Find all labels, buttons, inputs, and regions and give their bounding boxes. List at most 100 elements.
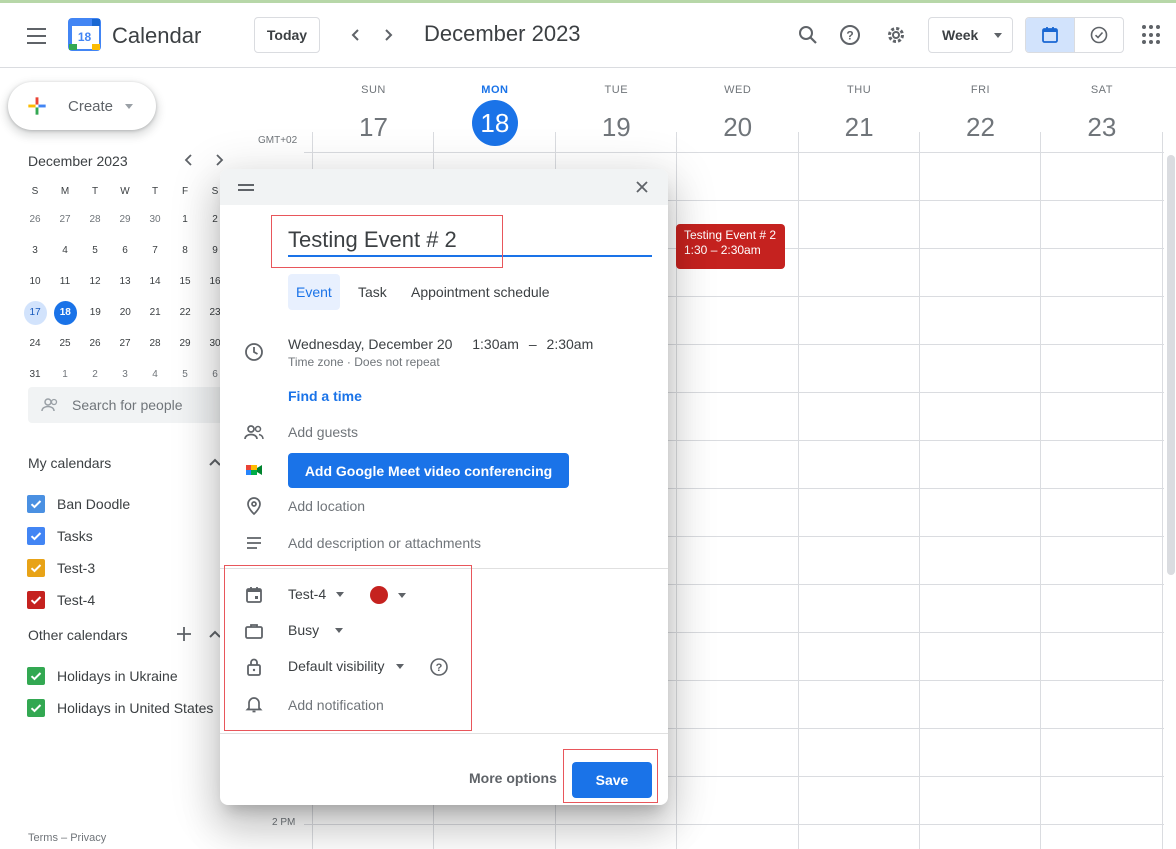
other-calendars-title[interactable]: Other calendars bbox=[28, 627, 128, 643]
day-header[interactable]: SAT 23 bbox=[1041, 84, 1162, 150]
tab-appointment-schedule[interactable]: Appointment schedule bbox=[403, 274, 558, 310]
mini-day[interactable]: 29 bbox=[170, 332, 200, 356]
my-calendars-title[interactable]: My calendars bbox=[28, 455, 111, 471]
calendar-list-item[interactable]: Tasks bbox=[27, 520, 130, 552]
tasks-view-icon[interactable] bbox=[1075, 18, 1124, 52]
day-number[interactable]: 19 bbox=[593, 104, 639, 150]
scrollbar[interactable] bbox=[1167, 155, 1175, 575]
day-number[interactable]: 18 bbox=[471, 100, 518, 146]
privacy-link[interactable]: Privacy bbox=[70, 832, 106, 844]
checkbox-checked-icon[interactable] bbox=[27, 527, 45, 545]
day-header[interactable]: FRI 22 bbox=[920, 84, 1041, 150]
mini-day[interactable]: 20 bbox=[110, 301, 140, 325]
calendar-list-item[interactable]: Test-3 bbox=[27, 552, 130, 584]
day-header[interactable]: MON 18 bbox=[434, 84, 555, 146]
mini-day[interactable]: 2 bbox=[80, 363, 110, 387]
calendar-list-item[interactable]: Holidays in Ukraine bbox=[27, 660, 213, 692]
day-header[interactable]: THU 21 bbox=[799, 84, 920, 150]
day-number[interactable]: 23 bbox=[1079, 104, 1125, 150]
mini-day[interactable]: 10 bbox=[20, 270, 50, 294]
event-datetime[interactable]: Wednesday, December 20 1:30am – 2:30am bbox=[288, 336, 593, 352]
timezone-link[interactable]: Time zone bbox=[288, 355, 344, 369]
checkbox-checked-icon[interactable] bbox=[27, 591, 45, 609]
mini-day[interactable]: 1 bbox=[50, 363, 80, 387]
drag-handle-icon[interactable] bbox=[238, 184, 254, 194]
today-button[interactable]: Today bbox=[254, 17, 320, 53]
mini-day[interactable]: 1 bbox=[170, 208, 200, 232]
mini-day[interactable]: 26 bbox=[20, 208, 50, 232]
add-icon[interactable] bbox=[175, 625, 193, 648]
mini-day[interactable]: 8 bbox=[170, 239, 200, 263]
event-start-time[interactable]: 1:30am bbox=[472, 336, 519, 352]
mini-day[interactable]: 24 bbox=[20, 332, 50, 356]
checkbox-checked-icon[interactable] bbox=[27, 495, 45, 513]
tab-event[interactable]: Event bbox=[288, 274, 340, 310]
mini-day[interactable]: 17 bbox=[23, 300, 47, 325]
checkbox-checked-icon[interactable] bbox=[27, 699, 45, 717]
repeat-setting[interactable]: Does not repeat bbox=[354, 355, 439, 369]
mini-day[interactable]: 3 bbox=[20, 239, 50, 263]
mini-day[interactable]: 22 bbox=[170, 301, 200, 325]
help-icon[interactable]: ? bbox=[836, 21, 864, 49]
view-select[interactable]: Week bbox=[928, 17, 1013, 53]
mini-day[interactable]: 12 bbox=[80, 270, 110, 294]
mini-day[interactable]: 3 bbox=[110, 363, 140, 387]
terms-link[interactable]: Terms bbox=[28, 832, 58, 844]
event-end-time[interactable]: 2:30am bbox=[547, 336, 594, 352]
day-number[interactable]: 17 bbox=[351, 104, 397, 150]
day-header[interactable]: TUE 19 bbox=[556, 84, 677, 150]
mini-day[interactable]: 5 bbox=[80, 239, 110, 263]
calendar-list-item[interactable]: Ban Doodle bbox=[27, 488, 130, 520]
event-date[interactable]: Wednesday, December 20 bbox=[288, 336, 452, 352]
add-description-field[interactable]: Add description or attachments bbox=[288, 535, 481, 551]
mini-day[interactable]: 5 bbox=[170, 363, 200, 387]
add-guests-field[interactable]: Add guests bbox=[288, 424, 358, 440]
day-header[interactable]: SUN 17 bbox=[313, 84, 434, 150]
search-icon[interactable] bbox=[794, 21, 822, 49]
dialog-drag-bar[interactable] bbox=[220, 169, 668, 205]
menu-icon[interactable] bbox=[22, 23, 50, 47]
settings-icon[interactable] bbox=[882, 21, 910, 49]
mini-day[interactable]: 31 bbox=[20, 363, 50, 387]
add-location-field[interactable]: Add location bbox=[288, 498, 365, 514]
mini-day[interactable]: 13 bbox=[110, 270, 140, 294]
mini-day[interactable]: 28 bbox=[140, 332, 170, 356]
calendar-list-item[interactable]: Test-4 bbox=[27, 584, 130, 616]
mini-day[interactable]: 25 bbox=[50, 332, 80, 356]
mini-day[interactable]: 27 bbox=[110, 332, 140, 356]
mini-day[interactable]: 11 bbox=[50, 270, 80, 294]
mini-day[interactable]: 18 bbox=[53, 300, 77, 325]
day-header[interactable]: WED 20 bbox=[677, 84, 798, 150]
chevron-left-icon[interactable] bbox=[344, 23, 368, 47]
chevron-right-icon[interactable] bbox=[212, 153, 226, 170]
calendar-view-icon[interactable] bbox=[1026, 18, 1075, 52]
checkbox-checked-icon[interactable] bbox=[27, 667, 45, 685]
mini-day[interactable]: 21 bbox=[140, 301, 170, 325]
mini-day[interactable]: 7 bbox=[140, 239, 170, 263]
calendar-list-item[interactable]: Holidays in United States bbox=[27, 692, 213, 724]
add-meet-button[interactable]: Add Google Meet video conferencing bbox=[288, 453, 569, 488]
event-chip[interactable]: Testing Event # 2 1:30 – 2:30am bbox=[676, 224, 785, 269]
tab-task[interactable]: Task bbox=[350, 274, 395, 310]
apps-icon[interactable] bbox=[1142, 25, 1162, 45]
search-people-input[interactable]: Search for people bbox=[28, 387, 228, 423]
mini-day[interactable]: 19 bbox=[80, 301, 110, 325]
mini-day[interactable]: 6 bbox=[110, 239, 140, 263]
mini-day[interactable]: 4 bbox=[50, 239, 80, 263]
mini-day[interactable]: 14 bbox=[140, 270, 170, 294]
create-button[interactable]: Create bbox=[8, 82, 156, 130]
chevron-right-icon[interactable] bbox=[376, 23, 400, 47]
find-time-link[interactable]: Find a time bbox=[288, 388, 362, 404]
mini-day[interactable]: 27 bbox=[50, 208, 80, 232]
day-number[interactable]: 22 bbox=[958, 104, 1004, 150]
chevron-left-icon[interactable] bbox=[182, 153, 196, 170]
close-icon[interactable] bbox=[632, 177, 652, 197]
mini-day[interactable]: 4 bbox=[140, 363, 170, 387]
mini-day[interactable]: 28 bbox=[80, 208, 110, 232]
day-number[interactable]: 20 bbox=[715, 104, 761, 150]
mini-day[interactable]: 29 bbox=[110, 208, 140, 232]
mini-day[interactable]: 30 bbox=[140, 208, 170, 232]
day-number[interactable]: 21 bbox=[836, 104, 882, 150]
checkbox-checked-icon[interactable] bbox=[27, 559, 45, 577]
more-options-button[interactable]: More options bbox=[469, 770, 557, 786]
